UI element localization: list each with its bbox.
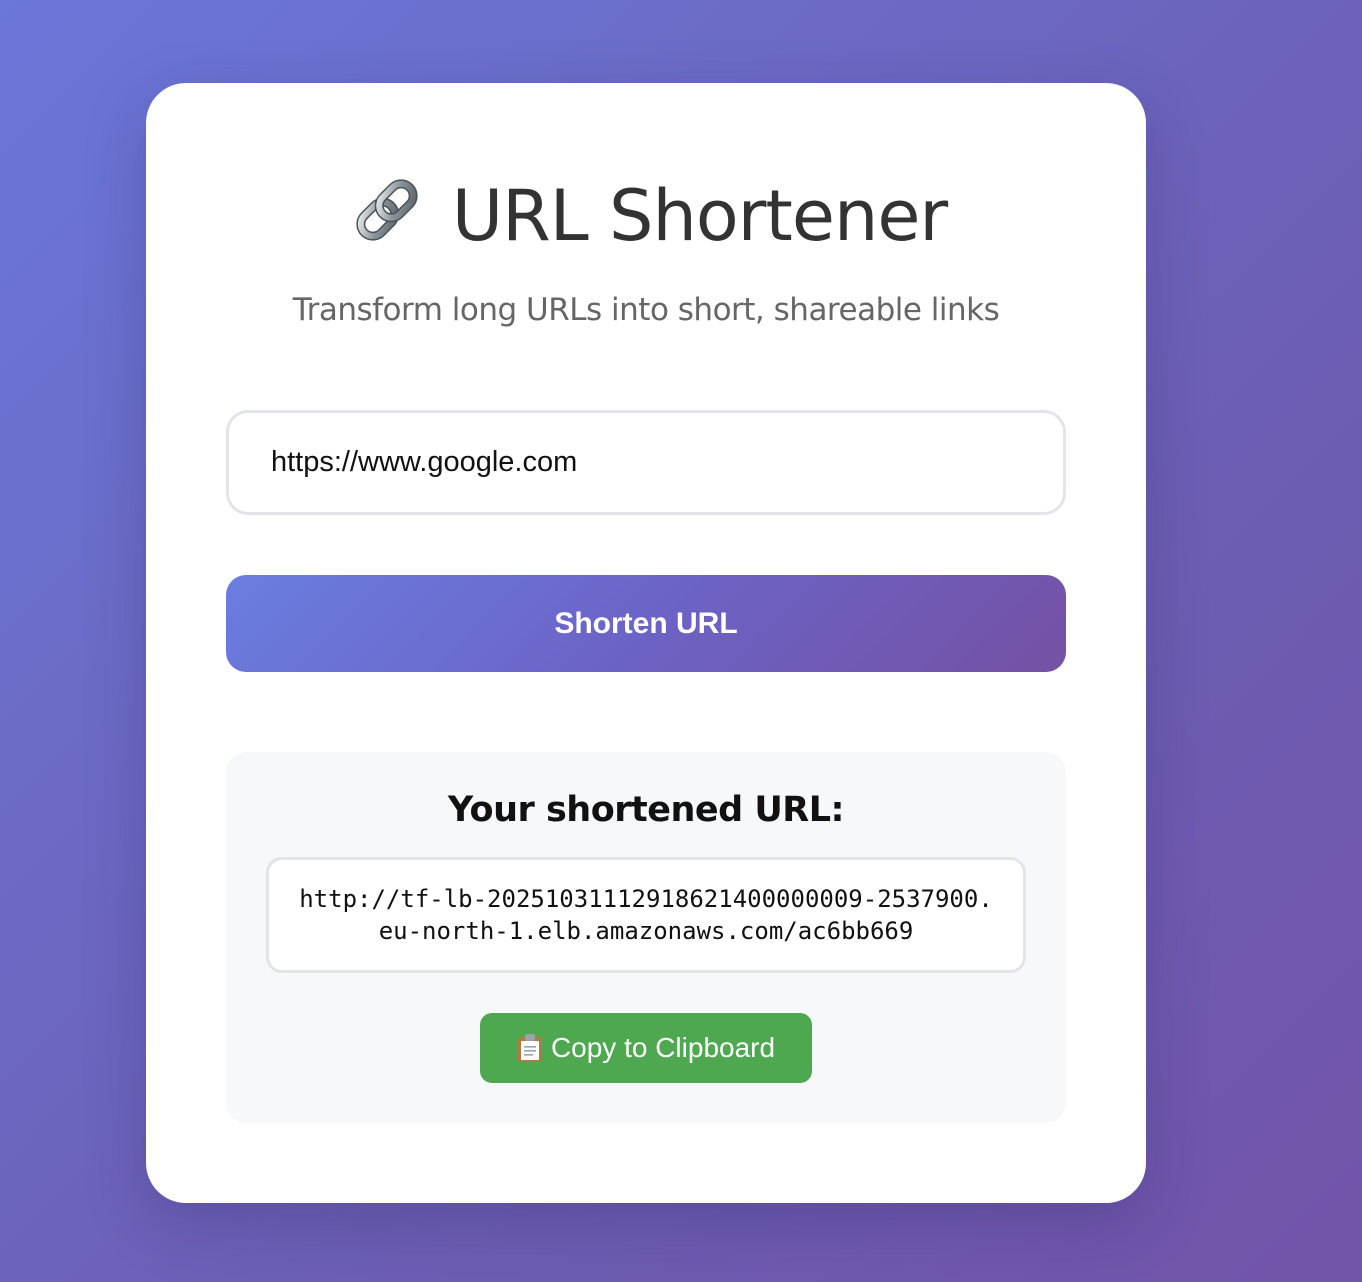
shortener-card: URL Shortener Transform long URLs into s… xyxy=(146,83,1146,1203)
copy-button-label: Copy to Clipboard xyxy=(550,1032,776,1063)
short-url-text[interactable]: http://tf-lb-20251031112918621400000009-… xyxy=(296,883,996,947)
clipboard-icon xyxy=(517,1033,543,1063)
short-url-box: http://tf-lb-20251031112918621400000009-… xyxy=(266,857,1026,973)
page-subtitle: Transform long URLs into short, shareabl… xyxy=(292,292,1000,328)
page-title: URL Shortener xyxy=(451,175,948,257)
copy-to-clipboard-button[interactable]: Copy to Clipboard xyxy=(480,1013,812,1083)
result-panel: Your shortened URL: http://tf-lb-2025103… xyxy=(226,752,1066,1123)
page-header: URL Shortener xyxy=(146,171,1146,261)
link-icon xyxy=(345,168,429,252)
url-input[interactable] xyxy=(226,410,1066,515)
shorten-url-button[interactable]: Shorten URL xyxy=(226,575,1066,672)
result-heading: Your shortened URL: xyxy=(447,790,845,830)
